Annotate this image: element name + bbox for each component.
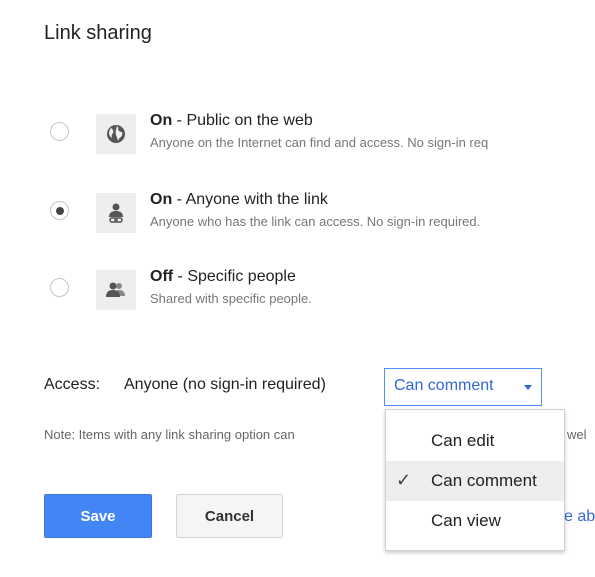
menu-item-can-edit[interactable]: Can edit [386,421,564,461]
option-title-link: On - Anyone with the link [150,191,328,208]
note-text-tail: wel [567,427,587,442]
option-title-specific: Off - Specific people [150,268,296,285]
option-description-link: Anyone who has the link can access. No s… [150,214,481,229]
menu-item-label: Can edit [431,431,495,450]
option-description-specific: Shared with specific people. [150,291,312,306]
menu-item-label: Can view [431,511,501,530]
menu-item-can-comment[interactable]: ✓ Can comment [386,461,564,501]
save-button[interactable]: Save [44,494,152,538]
option-description-public: Anyone on the Internet can find and acce… [150,135,489,150]
checkmark-icon: ✓ [396,470,412,490]
note-text: Note: Items with any link sharing option… [44,427,295,442]
radio-specific-people[interactable] [50,278,69,297]
access-level-menu: Can edit ✓ Can comment Can view [385,409,565,551]
globe-icon [96,114,136,154]
access-label: Access: [44,376,101,393]
option-anyone-with-link[interactable]: On - Anyone with the link Anyone who has… [0,191,595,249]
cancel-button[interactable]: Cancel [176,494,283,538]
caret-down-icon [524,385,532,390]
radio-selected-dot [56,207,64,215]
radio-public-on-web[interactable] [50,122,69,141]
option-specific-people[interactable]: Off - Specific people Shared with specif… [0,268,595,326]
option-public-on-web[interactable]: On - Public on the web Anyone on the Int… [0,112,595,170]
access-value: Anyone (no sign-in required) [124,376,326,393]
learn-more-link[interactable]: e ab [564,508,595,526]
access-level-dropdown[interactable]: Can comment [384,368,542,406]
access-level-dropdown-label: Can comment [394,377,494,394]
people-icon [96,270,136,310]
dialog-title: Link sharing [44,22,152,44]
menu-item-label: Can comment [431,471,537,490]
menu-item-can-view[interactable]: Can view [386,501,564,541]
option-title-public: On - Public on the web [150,112,313,129]
radio-anyone-with-link[interactable] [50,201,69,220]
link-person-icon [96,193,136,233]
